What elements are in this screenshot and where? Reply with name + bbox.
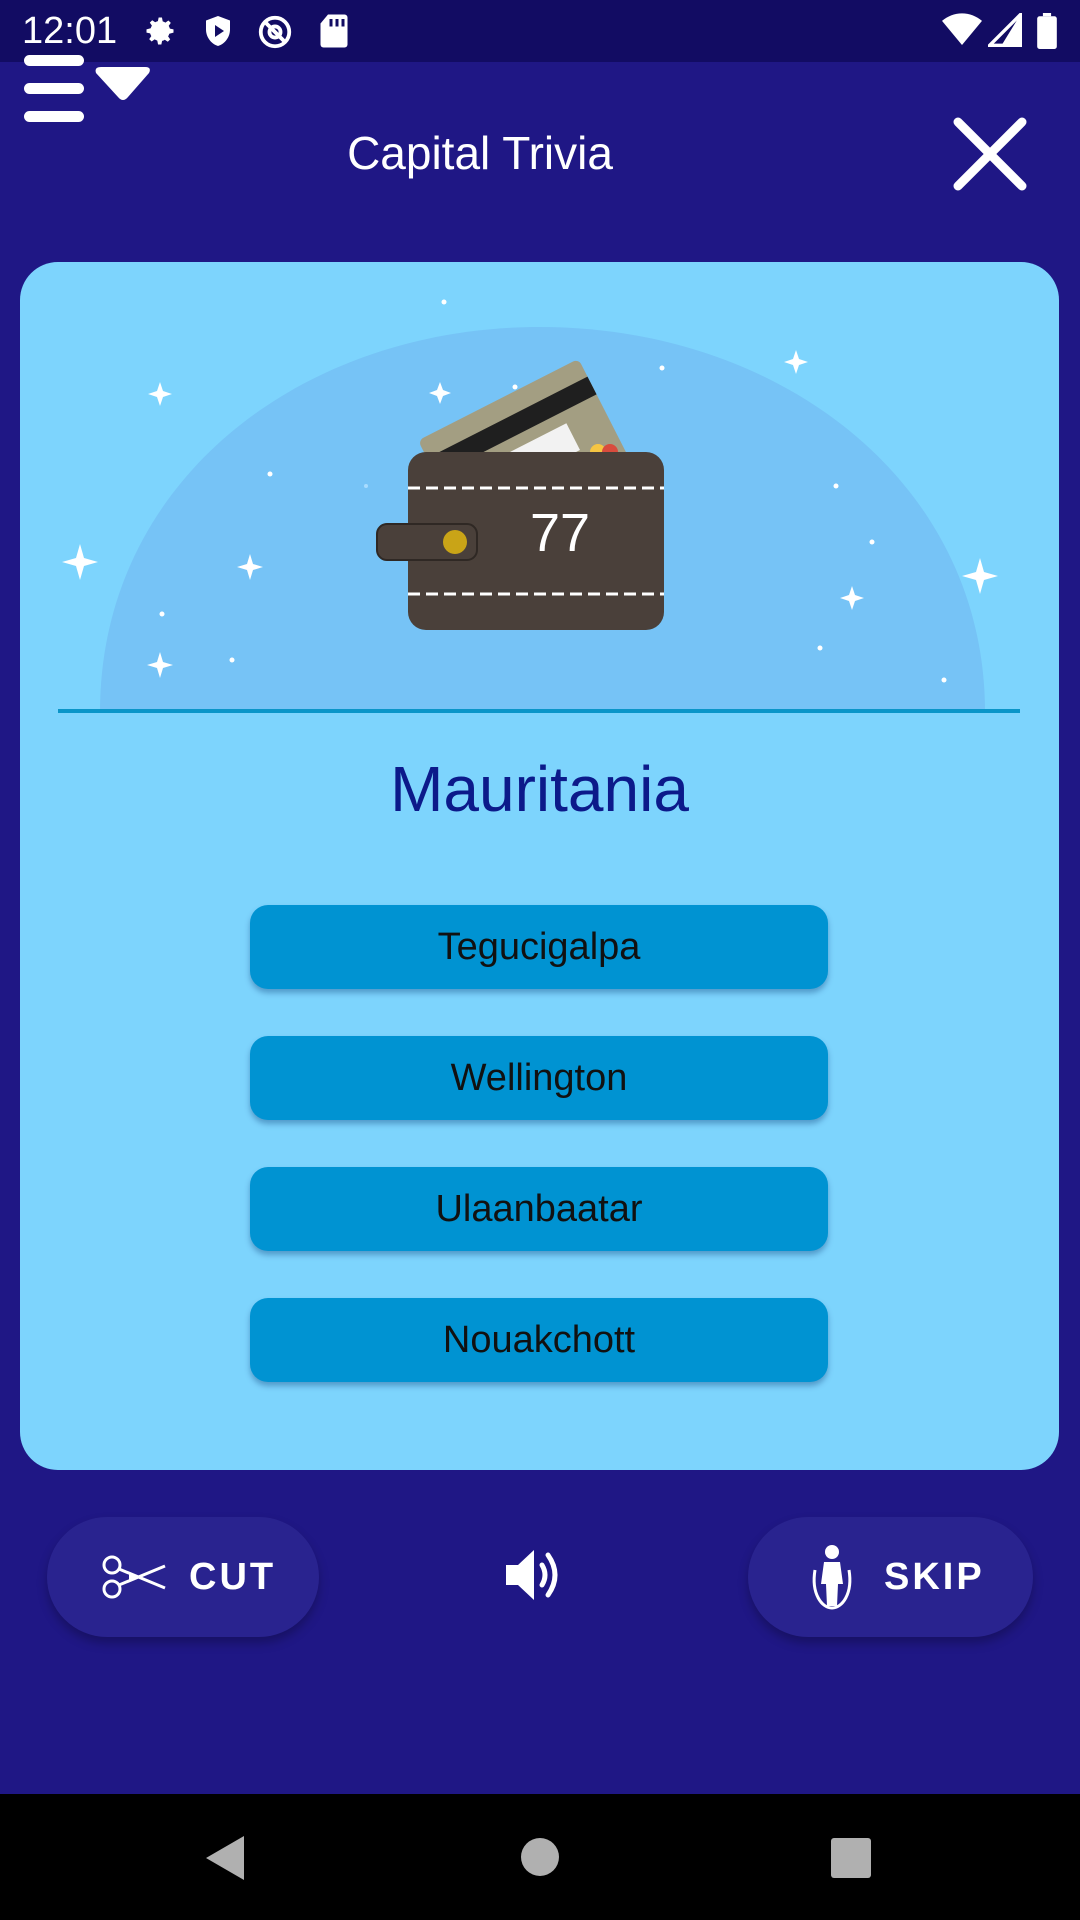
back-icon[interactable]: [204, 1834, 248, 1882]
answer-button-4[interactable]: Nouakchott: [250, 1298, 828, 1382]
question-card: 77 Mauritania Tegucigalpa Wellington Ula…: [20, 262, 1059, 1470]
close-button[interactable]: [950, 114, 1030, 194]
answer-button-3[interactable]: Ulaanbaatar: [250, 1167, 828, 1251]
signal-icon: [988, 13, 1022, 47]
answer-button-2[interactable]: Wellington: [250, 1036, 828, 1120]
cut-button[interactable]: CUT: [47, 1517, 319, 1637]
shield-icon: [206, 16, 230, 46]
status-bar: 12:01: [0, 0, 1080, 62]
skip-button[interactable]: SKIP: [748, 1517, 1033, 1637]
answer-button-1[interactable]: Tegucigalpa: [250, 905, 828, 989]
skip-label: SKIP: [884, 1555, 985, 1598]
wallet-hero-illustration: [62, 299, 998, 712]
cut-label: CUT: [189, 1555, 277, 1598]
system-nav-bar: [0, 1794, 1080, 1920]
hero-divider: [58, 709, 1020, 713]
sound-toggle-button[interactable]: [500, 1545, 570, 1605]
question-country: Mauritania: [390, 753, 689, 825]
sd-card-icon: [320, 14, 348, 48]
coin-balance: 77: [529, 503, 591, 563]
home-icon[interactable]: [520, 1837, 560, 1877]
at-icon: [258, 15, 292, 49]
app-title: Capital Trivia: [347, 127, 613, 179]
close-icon: [953, 117, 1027, 191]
settings-icon: [146, 17, 174, 45]
menu-dropdown-button[interactable]: [24, 55, 154, 125]
menu-dropdown-icon: [24, 55, 150, 122]
battery-icon: [1037, 13, 1057, 49]
wifi-icon: [942, 13, 982, 46]
volume-icon: [506, 1550, 558, 1600]
coin-icon: [443, 530, 467, 554]
status-time: 12:01: [22, 10, 118, 52]
skip-rope-icon: [812, 1545, 852, 1610]
recents-icon[interactable]: [830, 1837, 872, 1879]
scissors-icon: [102, 1555, 166, 1599]
